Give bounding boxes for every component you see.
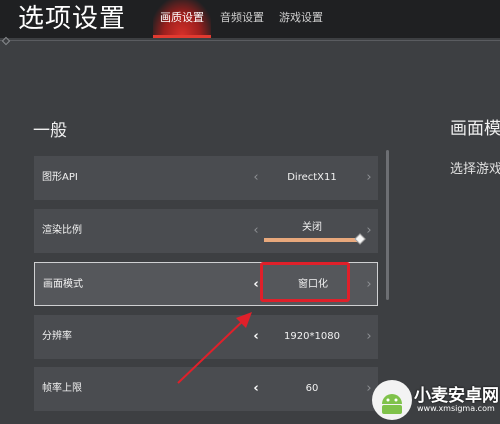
watermark-logo: 小麦安卓网 www.xmsigma.com bbox=[372, 378, 500, 421]
watermark-name: 小麦安卓网 bbox=[414, 386, 499, 406]
android-logo-icon bbox=[372, 380, 412, 420]
watermark-url: www.xmsigma.com bbox=[417, 404, 495, 413]
annotation-arrow-icon bbox=[177, 312, 252, 384]
